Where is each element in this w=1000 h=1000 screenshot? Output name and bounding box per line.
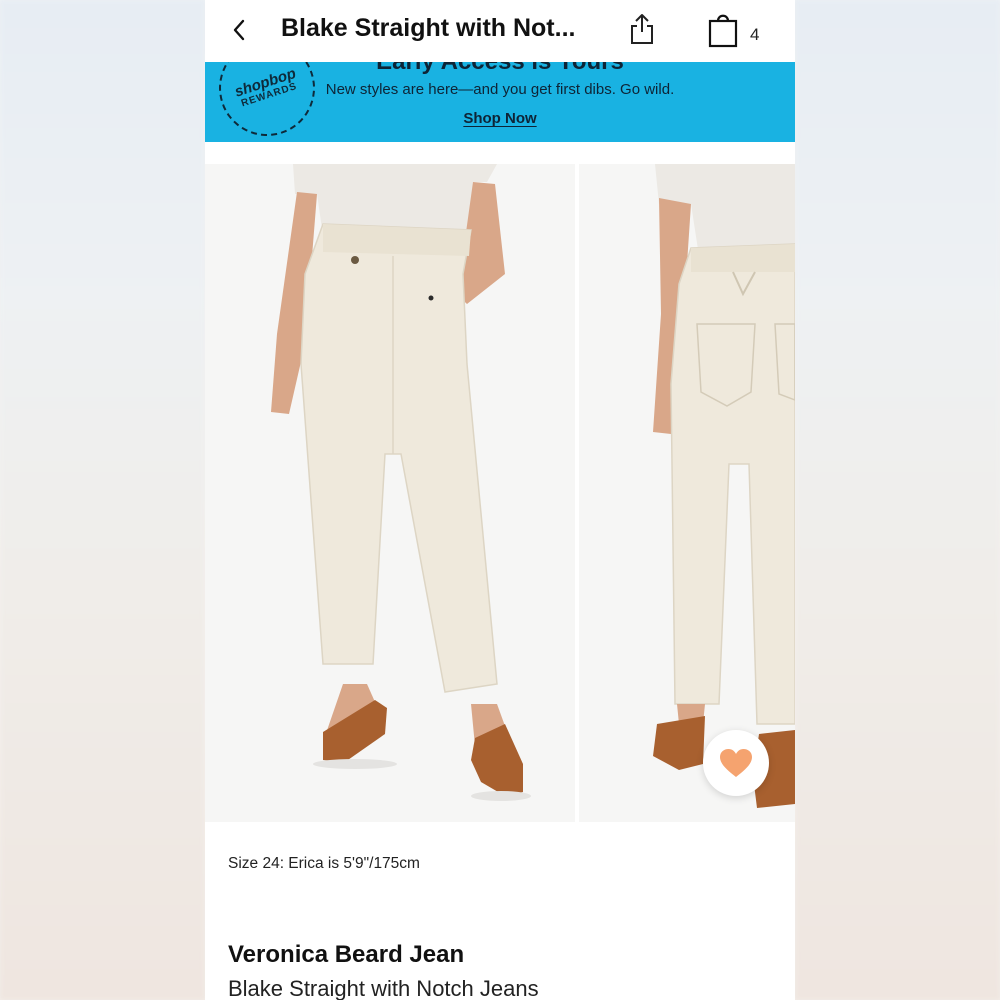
background-right: [795, 0, 1000, 1000]
shop-now-link[interactable]: Shop Now: [205, 110, 795, 127]
share-button[interactable]: [629, 12, 655, 46]
product-image-back[interactable]: [579, 164, 795, 822]
app-screen: Blake Straight with Not... 4 shopbop REW…: [205, 0, 795, 1000]
shop-now-label: Shop Now: [463, 110, 537, 127]
product-gallery[interactable]: [205, 164, 795, 822]
product-name: Blake Straight with Notch Jeans: [228, 976, 539, 1000]
background-left: [0, 0, 205, 1000]
shopping-bag-icon: [708, 14, 738, 48]
product-image-front[interactable]: [205, 164, 575, 822]
shopping-bag-button[interactable]: [707, 10, 739, 48]
share-icon: [631, 14, 653, 44]
back-button[interactable]: [227, 14, 251, 46]
top-nav-bar: Blake Straight with Not... 4: [205, 0, 795, 62]
size-note: Size 24: Erica is 5'9"/175cm: [228, 855, 420, 872]
bag-count-badge: 4: [750, 25, 760, 44]
page-title: Blake Straight with Not...: [281, 14, 576, 42]
chevron-left-icon: [233, 19, 245, 41]
brand-name[interactable]: Veronica Beard Jean: [228, 941, 464, 969]
banner-subtext: New styles are here—and you get first di…: [325, 81, 675, 98]
back-view-illustration: [579, 164, 795, 822]
heart-icon: [720, 749, 752, 777]
banner-heading: Early Access is Yours: [205, 62, 795, 76]
promo-banner[interactable]: shopbop REWARDS Early Access is Yours Ne…: [205, 62, 795, 142]
front-view-illustration: [205, 164, 575, 822]
favorite-button[interactable]: [703, 730, 769, 796]
